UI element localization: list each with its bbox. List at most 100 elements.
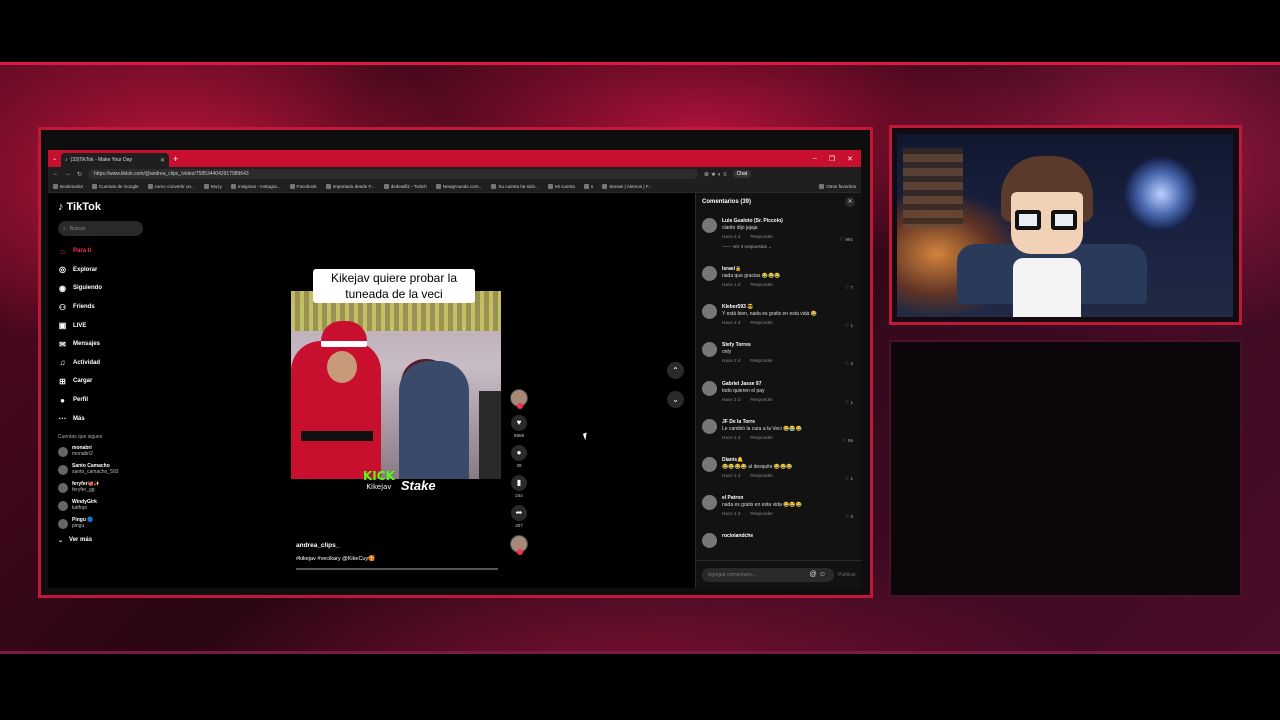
reply-button[interactable]: Responder <box>750 358 772 363</box>
bookmark-item[interactable]: Newgrounds.com... <box>435 184 482 189</box>
nav-item-mensajes[interactable]: ✉ Mensajes <box>58 335 153 354</box>
url-field[interactable]: https://www.tiktok.com/@andrea_clips_/vi… <box>88 169 699 179</box>
avatar[interactable] <box>702 380 717 396</box>
nav-item-para-ti[interactable]: ⌂ Para ti <box>58 242 153 261</box>
bookmark-icon[interactable]: ▮ <box>511 475 527 491</box>
nav-item-explorar[interactable]: ◎ Explorar <box>58 261 153 280</box>
bookmark-item[interactable]: Cuentas de Google <box>91 184 139 189</box>
bookmark-item[interactable]: dedewill2 - Twitch <box>383 184 427 189</box>
avatar[interactable] <box>702 266 717 281</box>
bookmark-item[interactable]: Insignias - Instagra... <box>230 184 281 189</box>
comment-like-button[interactable]: ♡ 1 <box>845 323 853 329</box>
nav-item-siguiendo[interactable]: ◉ Siguiendo <box>58 279 153 298</box>
reply-button[interactable]: Responder <box>750 282 772 287</box>
reply-button[interactable]: Responder <box>750 397 772 402</box>
reply-button[interactable]: Responder <box>750 320 772 325</box>
following-account[interactable]: WindyGirk katfopi <box>58 497 153 515</box>
close-window-icon[interactable]: ✕ <box>847 155 853 163</box>
avatar[interactable] <box>702 218 717 233</box>
video-progress-bar[interactable] <box>296 568 498 570</box>
bookmark-item[interactable]: Su cuenta ha sido... <box>491 184 539 189</box>
comment-like-button[interactable]: ♡ 2 <box>845 361 853 367</box>
following-account[interactable]: Pingu 🔵 pingu <box>58 515 153 533</box>
comment-time: Hace 2 d <box>722 234 741 239</box>
mention-emoji-icon[interactable]: @☺ <box>810 571 828 578</box>
avatar[interactable] <box>702 456 717 472</box>
bookmark-item[interactable]: como convertir un... <box>147 184 195 189</box>
comment-input[interactable]: Agregar comentario... @☺ <box>702 567 834 582</box>
comment-text: 😂😂😂😂 al desquite 😂😂😂 <box>722 463 793 470</box>
chat-button[interactable]: Chat <box>732 170 752 178</box>
nav-item-live[interactable]: ▣ LIVE <box>58 316 153 335</box>
comment-user[interactable]: Dianis🔔 <box>722 457 855 463</box>
comment-user[interactable]: Israel🔒 <box>722 266 855 272</box>
comment-user[interactable]: Gabriel Jasse 97 <box>722 381 855 387</box>
avatar[interactable] <box>702 304 717 320</box>
avatar[interactable] <box>702 495 717 511</box>
video-tags[interactable]: #kikejav #vecikary @KikeCuy🥰 <box>296 556 375 562</box>
publish-button[interactable]: Publicar <box>838 572 856 578</box>
bookmark-item[interactable]: Facebook <box>289 184 317 189</box>
overlay-top-line <box>0 62 1280 65</box>
previous-video-button[interactable]: ⌃ <box>667 362 684 379</box>
reply-button[interactable]: Responder <box>750 234 772 239</box>
bookmark-item[interactable]: Importado desde F... <box>325 184 375 189</box>
comment-like-button[interactable]: ♡ 1 <box>845 400 853 406</box>
avatar[interactable] <box>702 342 717 358</box>
view-replies-button[interactable]: —— Ver 3 respuestas ⌄ <box>722 244 855 250</box>
bookmark-item[interactable]: Sensei | Alemos | F... <box>602 184 652 189</box>
share-icon[interactable]: ➦ <box>511 505 527 521</box>
bookmark-item[interactable]: s <box>583 184 593 189</box>
bookmark-item[interactable]: Bookmarks <box>53 184 83 189</box>
like-icon[interactable]: ♥ <box>511 415 527 431</box>
comment-user[interactable]: JF De la Torre <box>722 419 855 425</box>
reload-icon[interactable]: ↻ <box>77 171 82 178</box>
nav-item-actividad[interactable]: ♫ Actividad <box>58 354 153 373</box>
comment-user[interactable]: el Patron <box>722 495 855 501</box>
sound-avatar[interactable] <box>510 535 528 555</box>
avatar[interactable] <box>702 418 717 434</box>
maximize-icon[interactable]: ❐ <box>829 155 835 163</box>
new-tab-button[interactable]: + <box>173 154 178 164</box>
nav-item-más[interactable]: ··· Más <box>58 409 153 428</box>
following-account[interactable]: monabri monabri2 <box>58 443 153 461</box>
comment-icon[interactable]: ● <box>511 445 527 461</box>
close-comments-icon[interactable]: ✕ <box>845 197 855 207</box>
comment-time: Hace 2 d <box>722 320 741 326</box>
nav-item-friends[interactable]: ⚇ Friends <box>58 298 153 317</box>
comment-user[interactable]: Luis Gualoto (Sr. Piccolo) <box>722 218 855 224</box>
tab-close-icon[interactable]: ✕ <box>160 157 165 164</box>
following-account[interactable]: Santo Camacho santo_camacho_593 <box>58 461 153 479</box>
comment-like-button[interactable]: ♡ 1 <box>845 476 853 482</box>
bookmark-item[interactable]: Muzy <box>203 184 222 189</box>
comment-user[interactable]: Kleber593 😎 <box>722 304 855 310</box>
forward-icon[interactable]: → <box>65 171 71 177</box>
video-author[interactable]: andrea_clips_ <box>296 542 339 549</box>
next-video-button[interactable]: ⌄ <box>667 391 684 408</box>
reply-button[interactable]: Responder <box>750 435 772 440</box>
reply-button[interactable]: Responder <box>750 473 772 478</box>
minimize-icon[interactable]: – <box>813 155 817 163</box>
video-player[interactable] <box>291 291 501 479</box>
following-account[interactable]: feryfer🐙✨ feryfer_gg <box>58 479 153 497</box>
back-icon[interactable]: ← <box>53 171 59 177</box>
reply-button[interactable]: Responder <box>750 511 772 516</box>
comment-like-button[interactable]: ♡ 7 <box>845 285 853 291</box>
comment-like-button[interactable]: ♡ 991 <box>840 237 853 243</box>
creator-avatar[interactable] <box>510 389 528 409</box>
bookmark-item[interactable]: Mi cuenta <box>547 184 575 189</box>
nav-item-cargar[interactable]: ⊞ Cargar <box>58 372 153 391</box>
comment-like-button[interactable]: ♡ 0 <box>845 514 853 520</box>
comment-like-button[interactable]: ♡ 59 <box>842 438 853 444</box>
tab-menu-icon[interactable]: ⌄ <box>52 155 57 162</box>
tiktok-logo[interactable]: ♪ TikTok <box>58 201 153 213</box>
nav-item-perfil[interactable]: ● Perfil <box>58 391 153 410</box>
tab-tiktok[interactable]: ♪ (33)TikTok - Make Your Day ✕ <box>61 153 170 167</box>
extensions-icon[interactable]: ⊕ ★ ◐ ≡ <box>704 171 727 178</box>
comment-user[interactable]: Stefy Torres <box>722 342 855 348</box>
avatar[interactable] <box>702 533 717 549</box>
search-input[interactable]: ⌕ Buscar <box>58 221 143 236</box>
comment-user[interactable]: rocioiandche <box>722 533 855 539</box>
bookmark-item[interactable]: Otros favoritos <box>819 184 856 189</box>
see-more-button[interactable]: ⌄ Ver más <box>58 537 153 544</box>
